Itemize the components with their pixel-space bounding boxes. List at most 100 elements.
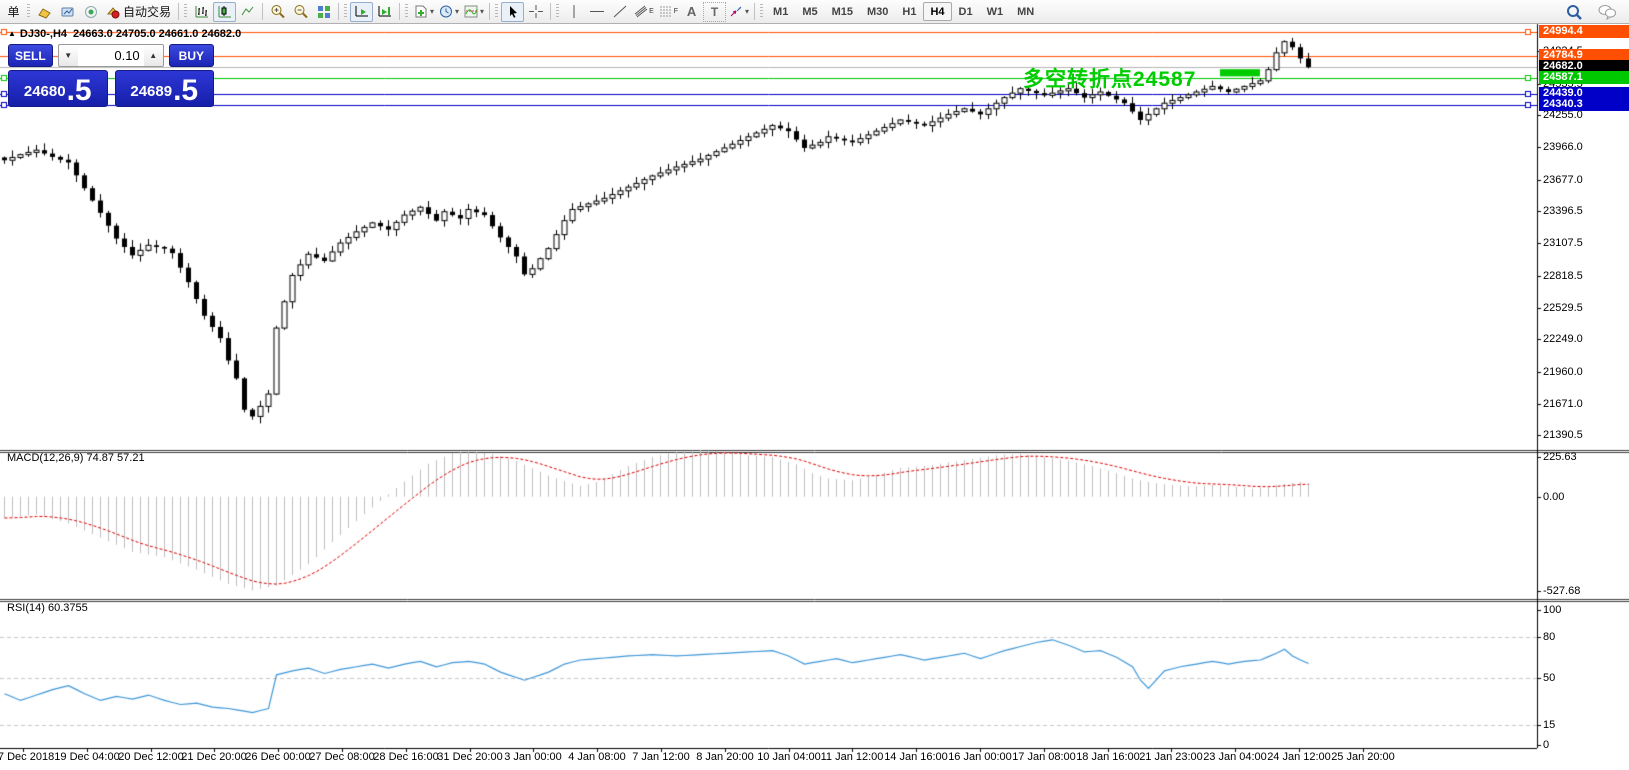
- y-axis-label: 23677.0: [1543, 174, 1583, 186]
- crosshair-button[interactable]: [524, 2, 547, 22]
- sell-button[interactable]: SELL: [8, 44, 53, 67]
- timeframe-h4-button[interactable]: H4: [923, 2, 951, 21]
- equidistant-channel-button[interactable]: E: [631, 2, 656, 22]
- bar-chart-icon: [194, 4, 210, 19]
- chat-button[interactable]: [1595, 2, 1619, 22]
- timeframe-mn-button[interactable]: MN: [1010, 2, 1041, 21]
- toolbar-grip: [405, 4, 408, 19]
- trendline-button[interactable]: [608, 2, 631, 22]
- text-label-button[interactable]: T: [703, 2, 726, 22]
- chart-shift-button[interactable]: [373, 2, 396, 22]
- annotation-text[interactable]: 多空转折点24587: [1023, 63, 1196, 93]
- volume-down-button[interactable]: ▼: [58, 44, 78, 67]
- hline-price-badge: 24994.4: [1539, 25, 1629, 38]
- ohlc-values: 24663.0 24705.0 24661.0 24682.0: [73, 28, 241, 40]
- time-axis-label: 23 Jan 04:00: [1203, 751, 1267, 763]
- indicators-button[interactable]: ▾: [461, 2, 486, 22]
- bar-chart-button[interactable]: [190, 2, 213, 22]
- timeframe-m1-button[interactable]: M1: [766, 2, 795, 21]
- time-axis-label: 18 Jan 16:00: [1076, 751, 1140, 763]
- zoom-in-button[interactable]: [266, 2, 289, 22]
- macd-label: MACD(12,26,9) 74.87 57.21: [7, 452, 145, 464]
- search-icon: [1565, 4, 1583, 20]
- price-chart-canvas[interactable]: [0, 0, 1629, 770]
- auto-scroll-icon: [354, 4, 370, 19]
- volume-up-button[interactable]: ▲: [144, 44, 164, 67]
- info-button[interactable]: [79, 2, 102, 22]
- buy-price-frac: .5: [173, 77, 198, 106]
- volume-input[interactable]: [78, 44, 144, 67]
- cursor-button[interactable]: [501, 2, 524, 22]
- horizontal-line-button[interactable]: [585, 2, 608, 22]
- time-axis-label: 10 Jan 04:00: [757, 751, 821, 763]
- toolbar-grip: [344, 4, 347, 19]
- hline-price-badge: 24340.3: [1539, 98, 1629, 111]
- toolbar-grip: [556, 4, 559, 19]
- time-axis-label: 21 Jan 23:00: [1139, 751, 1203, 763]
- news-icon: [60, 5, 76, 19]
- time-axis-label: 26 Dec 00:00: [245, 751, 310, 763]
- timeframe-m15-button[interactable]: M15: [825, 2, 860, 21]
- autotrading-button[interactable]: 自动交易: [102, 2, 175, 22]
- rsi-axis-label: 100: [1543, 604, 1561, 616]
- time-axis-label: 7 Jan 12:00: [632, 751, 690, 763]
- trendline-icon: [612, 4, 628, 19]
- zoom-in-icon: [270, 4, 286, 19]
- timeframe-h1-button[interactable]: H1: [895, 2, 923, 21]
- time-axis-label: 17 Jan 08:00: [1012, 751, 1076, 763]
- periods-button[interactable]: ▾: [436, 2, 461, 22]
- macd-axis-label: 225.63: [1543, 451, 1577, 463]
- buy-price-display[interactable]: 24689.5: [115, 70, 215, 107]
- search-button[interactable]: [1562, 2, 1585, 22]
- time-axis-label: 3 Jan 00:00: [504, 751, 562, 763]
- buy-price-int: 24689: [130, 83, 172, 100]
- toolbar-grip: [760, 4, 763, 19]
- rsi-axis-label: 50: [1543, 672, 1555, 684]
- vertical-line-button[interactable]: [562, 2, 585, 22]
- gold-icon: [37, 5, 53, 19]
- y-axis-label: 22529.5: [1543, 302, 1583, 314]
- buy-button[interactable]: BUY: [169, 44, 214, 67]
- candlestick-button[interactable]: [213, 2, 236, 22]
- gold-button[interactable]: [33, 2, 56, 22]
- tile-windows-icon: [316, 4, 332, 19]
- fibonacci-button[interactable]: F: [656, 2, 680, 22]
- text-button[interactable]: A: [680, 2, 703, 22]
- timeframe-d1-button[interactable]: D1: [952, 2, 980, 21]
- time-axis-label: 27 Dec 08:00: [309, 751, 374, 763]
- y-axis-label: 23107.5: [1543, 237, 1583, 249]
- sell-price-display[interactable]: 24680.5: [8, 70, 108, 107]
- chart-shift-icon: [377, 4, 393, 19]
- chat-icon: [1597, 4, 1617, 20]
- auto-scroll-button[interactable]: [350, 2, 373, 22]
- timeframe-w1-button[interactable]: W1: [980, 2, 1011, 21]
- y-axis-label: 21960.0: [1543, 366, 1583, 378]
- new-order-button[interactable]: 单: [2, 2, 25, 22]
- templates-button[interactable]: ▾: [411, 2, 436, 22]
- timeframe-m5-button[interactable]: M5: [795, 2, 824, 21]
- time-axis-label: 25 Jan 20:00: [1331, 751, 1395, 763]
- line-chart-button[interactable]: [236, 2, 259, 22]
- equidistant-channel-icon: [633, 4, 649, 19]
- y-axis-label: 23966.0: [1543, 141, 1583, 153]
- candlestick-icon: [217, 4, 233, 19]
- collapse-panel-icon[interactable]: ▲: [8, 29, 16, 38]
- zoom-out-icon: [293, 4, 309, 19]
- zoom-out-button[interactable]: [289, 2, 312, 22]
- fibonacci-icon: [658, 4, 674, 19]
- sell-price-frac: .5: [67, 77, 92, 106]
- arrows-button[interactable]: ▾: [726, 2, 751, 22]
- time-axis-label: 14 Jan 16:00: [884, 751, 948, 763]
- tile-windows-button[interactable]: [312, 2, 335, 22]
- one-click-trading-panel: SELL ▼ ▲ BUY 24680.5 24689.5: [8, 44, 214, 107]
- time-axis-label: 24 Jan 12:00: [1267, 751, 1331, 763]
- rsi-axis-label: 15: [1543, 719, 1555, 731]
- news-button[interactable]: [56, 2, 79, 22]
- time-axis-label: 21 Dec 20:00: [181, 751, 246, 763]
- timeframe-m30-button[interactable]: M30: [860, 2, 895, 21]
- vertical-line-icon: [568, 4, 580, 19]
- toolbar: 单 自动交易 ▾ ▾ ▾: [0, 0, 1629, 24]
- rsi-axis-label: 0: [1543, 739, 1549, 751]
- crosshair-icon: [528, 4, 544, 19]
- indicators-icon: [463, 4, 479, 19]
